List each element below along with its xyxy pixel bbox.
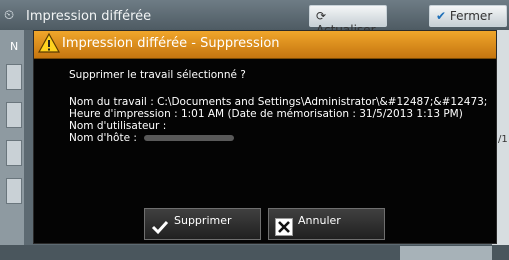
- user-name-line: Nom d'utilisateur :: [69, 120, 167, 132]
- refresh-icon: ⟳: [316, 9, 327, 23]
- job-name-line: Nom du travail : C:\Documents and Settin…: [69, 96, 488, 108]
- dialog-message: Supprimer le travail sélectionné ? Nom d…: [69, 69, 487, 144]
- background-footer-button[interactable]: [400, 246, 492, 260]
- close-button[interactable]: ✔ Fermer: [429, 5, 507, 27]
- page-indicator: /1: [498, 134, 508, 145]
- background-job-list: N: [0, 30, 24, 245]
- confirm-question: Supprimer le travail sélectionné ?: [69, 69, 246, 81]
- delete-button[interactable]: Supprimer: [144, 208, 261, 240]
- close-label: Fermer: [449, 9, 493, 23]
- job-list-item[interactable]: [6, 140, 22, 166]
- background-window-title: Impression différée: [26, 9, 152, 24]
- delete-button-label: Supprimer: [174, 214, 232, 227]
- warning-icon: [38, 32, 60, 53]
- background-titlebar: ⏲ Impression différée ⟳ Actualiser ✔ Fer…: [0, 0, 509, 37]
- print-time-line: Heure d'impression : 1:01 AM (Date de mé…: [69, 108, 463, 120]
- redacted-host-name: [144, 135, 235, 141]
- refresh-button[interactable]: ⟳ Actualiser: [309, 5, 387, 37]
- cancel-button[interactable]: Annuler: [268, 208, 385, 240]
- check-icon: ✔: [436, 9, 447, 23]
- job-list-item[interactable]: [6, 178, 22, 204]
- x-close-icon: [275, 218, 293, 236]
- checkmark-icon: [151, 220, 169, 235]
- job-list-item[interactable]: [6, 64, 22, 90]
- column-header-letter: N: [10, 40, 19, 53]
- delete-dialog: Impression différée - Suppression Suppri…: [33, 30, 497, 244]
- clock-icon: ⏲: [4, 8, 15, 23]
- job-list-item[interactable]: [6, 102, 22, 128]
- host-name-line: Nom d'hôte :: [69, 132, 137, 144]
- dialog-title: Impression différée - Suppression: [62, 36, 280, 51]
- cancel-button-label: Annuler: [298, 214, 341, 227]
- dialog-header: Impression différée - Suppression: [34, 31, 496, 59]
